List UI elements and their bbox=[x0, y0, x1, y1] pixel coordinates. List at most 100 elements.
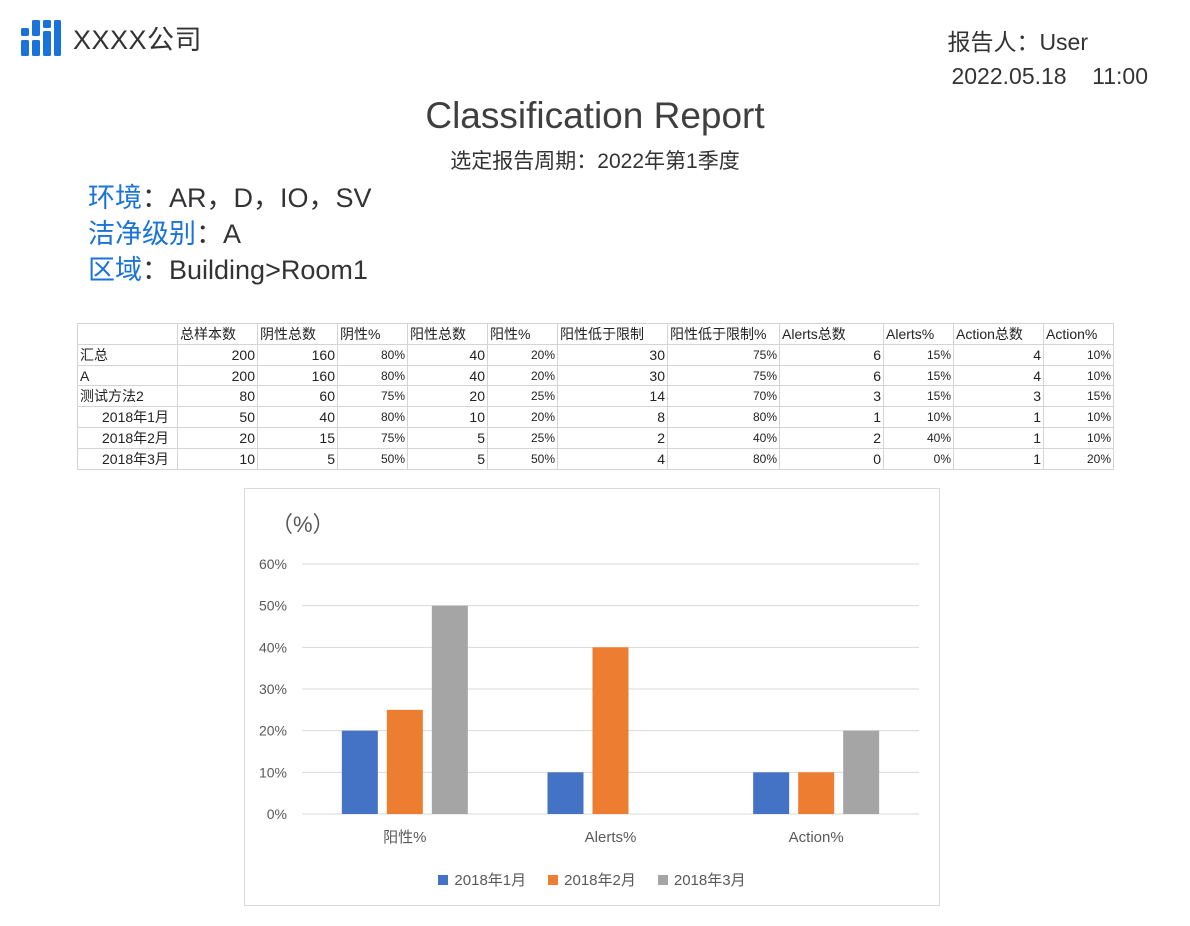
table-cell: 70% bbox=[667, 385, 780, 407]
table-cell: 1 bbox=[953, 406, 1044, 428]
table-cell: 20% bbox=[487, 344, 558, 366]
table-cell: 15% bbox=[883, 344, 954, 366]
bar bbox=[843, 730, 880, 814]
table-cell: 75% bbox=[337, 385, 408, 407]
table-cell: 40 bbox=[407, 344, 488, 366]
table-cell: 50% bbox=[487, 448, 558, 470]
legend-label: 2018年1月 bbox=[454, 872, 527, 889]
table-row: 2018年2月 20 15 75% 5 25% 2 40% 2 40% 1 10% bbox=[77, 427, 1114, 449]
table-cell: 10% bbox=[883, 406, 954, 428]
filter-label: 区域 bbox=[88, 255, 142, 285]
column-header: 阳性总数 bbox=[407, 323, 488, 345]
column-header: Action总数 bbox=[953, 323, 1044, 345]
table-cell: 4 bbox=[953, 344, 1044, 366]
table-cell: 2 bbox=[779, 427, 884, 449]
row-label: 2018年3月 bbox=[77, 448, 178, 470]
column-header: Alerts总数 bbox=[779, 323, 884, 345]
table-cell: 20 bbox=[407, 385, 488, 407]
row-label: 汇总 bbox=[77, 344, 178, 366]
column-header: 阳性低于限制 bbox=[557, 323, 668, 345]
table-cell: 75% bbox=[337, 427, 408, 449]
table-cell: 4 bbox=[953, 365, 1044, 386]
table-cell: 10% bbox=[1043, 427, 1114, 449]
legend-swatch bbox=[657, 874, 668, 885]
bar bbox=[547, 772, 584, 814]
table-cell: 15% bbox=[1043, 385, 1114, 407]
filter-area: 区域：Building>Room1 bbox=[88, 252, 372, 288]
table-cell: 10% bbox=[1043, 365, 1114, 386]
bar bbox=[341, 730, 378, 814]
table-cell: 3 bbox=[953, 385, 1044, 407]
table-cell: 1 bbox=[953, 448, 1044, 470]
report-period: 选定报告周期：2022年第1季度 bbox=[450, 150, 740, 173]
table-cell: 8 bbox=[557, 406, 668, 428]
table-cell: 5 bbox=[257, 448, 338, 470]
table-cell: 6 bbox=[779, 365, 884, 386]
filter-summary: 环境：AR，D，IO，SV 洁净级别：A 区域：Building>Room1 bbox=[88, 180, 372, 288]
chart-plot: 0% 10% 20% 30% 40% 50% 60% 阳性% Alerts% Action% bbox=[259, 556, 919, 846]
table-cell: 40 bbox=[257, 406, 338, 428]
legend-swatch bbox=[438, 874, 449, 885]
table-cell: 80% bbox=[337, 365, 408, 386]
table-cell: 80% bbox=[337, 406, 408, 428]
filter-cleanliness: 洁净级别：A bbox=[88, 216, 372, 252]
y-tick-label: 40% bbox=[259, 639, 287, 655]
table-row: 测试方法2 80 60 75% 20 25% 14 70% 3 15% 3 15% bbox=[77, 385, 1114, 407]
table-cell: 15 bbox=[257, 427, 338, 449]
table-row: 2018年1月 50 40 80% 10 20% 8 80% 1 10% 1 10% bbox=[77, 406, 1114, 428]
table-cell: 3 bbox=[779, 385, 884, 407]
table-cell: 5 bbox=[407, 448, 488, 470]
company-name: XXXX公司 bbox=[73, 25, 203, 55]
table-cell: 25% bbox=[487, 427, 558, 449]
table-cell: 0 bbox=[779, 448, 884, 470]
table-cell: 200 bbox=[177, 365, 258, 386]
table-cell: 0% bbox=[883, 448, 954, 470]
y-tick-label: 20% bbox=[259, 723, 287, 739]
table-cell: 20% bbox=[487, 365, 558, 386]
table-cell: 10 bbox=[177, 448, 258, 470]
y-tick-label: 0% bbox=[267, 806, 287, 822]
table-row: 2018年3月 10 5 50% 5 50% 4 80% 0 0% 1 20% bbox=[77, 448, 1114, 470]
bar-chart: （%） 0% 10% 20% 30% 40% 50% 60% 阳性% Alerts% Action… bbox=[244, 488, 940, 906]
table-cell: 10 bbox=[407, 406, 488, 428]
results-table: 总样本数 阴性总数 阴性% 阳性总数 阳性% 阳性低于限制 阳性低于限制% Alerts总数 A… bbox=[77, 323, 1114, 470]
table-cell: 75% bbox=[667, 344, 780, 366]
table-header-row: 总样本数 阴性总数 阴性% 阳性总数 阳性% 阳性低于限制 阳性低于限制% Alerts总数 A… bbox=[77, 323, 1114, 345]
filter-value: ：A bbox=[196, 219, 242, 249]
filter-label: 环境 bbox=[88, 183, 142, 213]
table-cell: 160 bbox=[257, 365, 338, 386]
column-header: Alerts% bbox=[883, 323, 954, 345]
column-header: Action% bbox=[1043, 323, 1114, 345]
table-corner-cell bbox=[77, 323, 178, 345]
row-label: A bbox=[77, 365, 178, 386]
column-header: 阳性低于限制% bbox=[667, 323, 780, 345]
bar bbox=[753, 772, 790, 814]
table-cell: 20% bbox=[1043, 448, 1114, 470]
column-header: 总样本数 bbox=[177, 323, 258, 345]
legend-item: 2018年3月 bbox=[657, 869, 746, 890]
table-cell: 10% bbox=[1043, 344, 1114, 366]
table-cell: 15% bbox=[883, 365, 954, 386]
table-cell: 4 bbox=[557, 448, 668, 470]
legend-item: 2018年1月 bbox=[438, 869, 526, 890]
company-logo: XXXX公司 bbox=[21, 18, 202, 57]
report-datetime: 2022.05.18 11:00 bbox=[951, 63, 1148, 89]
table-cell: 40% bbox=[667, 427, 780, 449]
bar bbox=[431, 605, 468, 814]
table-cell: 6 bbox=[779, 344, 884, 366]
row-label: 2018年1月 bbox=[77, 406, 178, 428]
table-cell: 25% bbox=[487, 385, 558, 407]
bar bbox=[386, 709, 423, 814]
table-cell: 40% bbox=[883, 427, 954, 449]
table-cell: 20 bbox=[177, 427, 258, 449]
column-header: 阳性% bbox=[487, 323, 558, 345]
table-cell: 2 bbox=[557, 427, 668, 449]
table-cell: 75% bbox=[667, 365, 780, 386]
table-cell: 30 bbox=[557, 365, 668, 386]
report-title: Classification Report bbox=[425, 95, 765, 136]
row-label: 测试方法2 bbox=[77, 385, 178, 407]
logo-grid-icon bbox=[21, 19, 61, 56]
legend-label: 2018年3月 bbox=[673, 872, 746, 889]
table-cell: 40 bbox=[407, 365, 488, 386]
column-header: 阴性总数 bbox=[257, 323, 338, 345]
